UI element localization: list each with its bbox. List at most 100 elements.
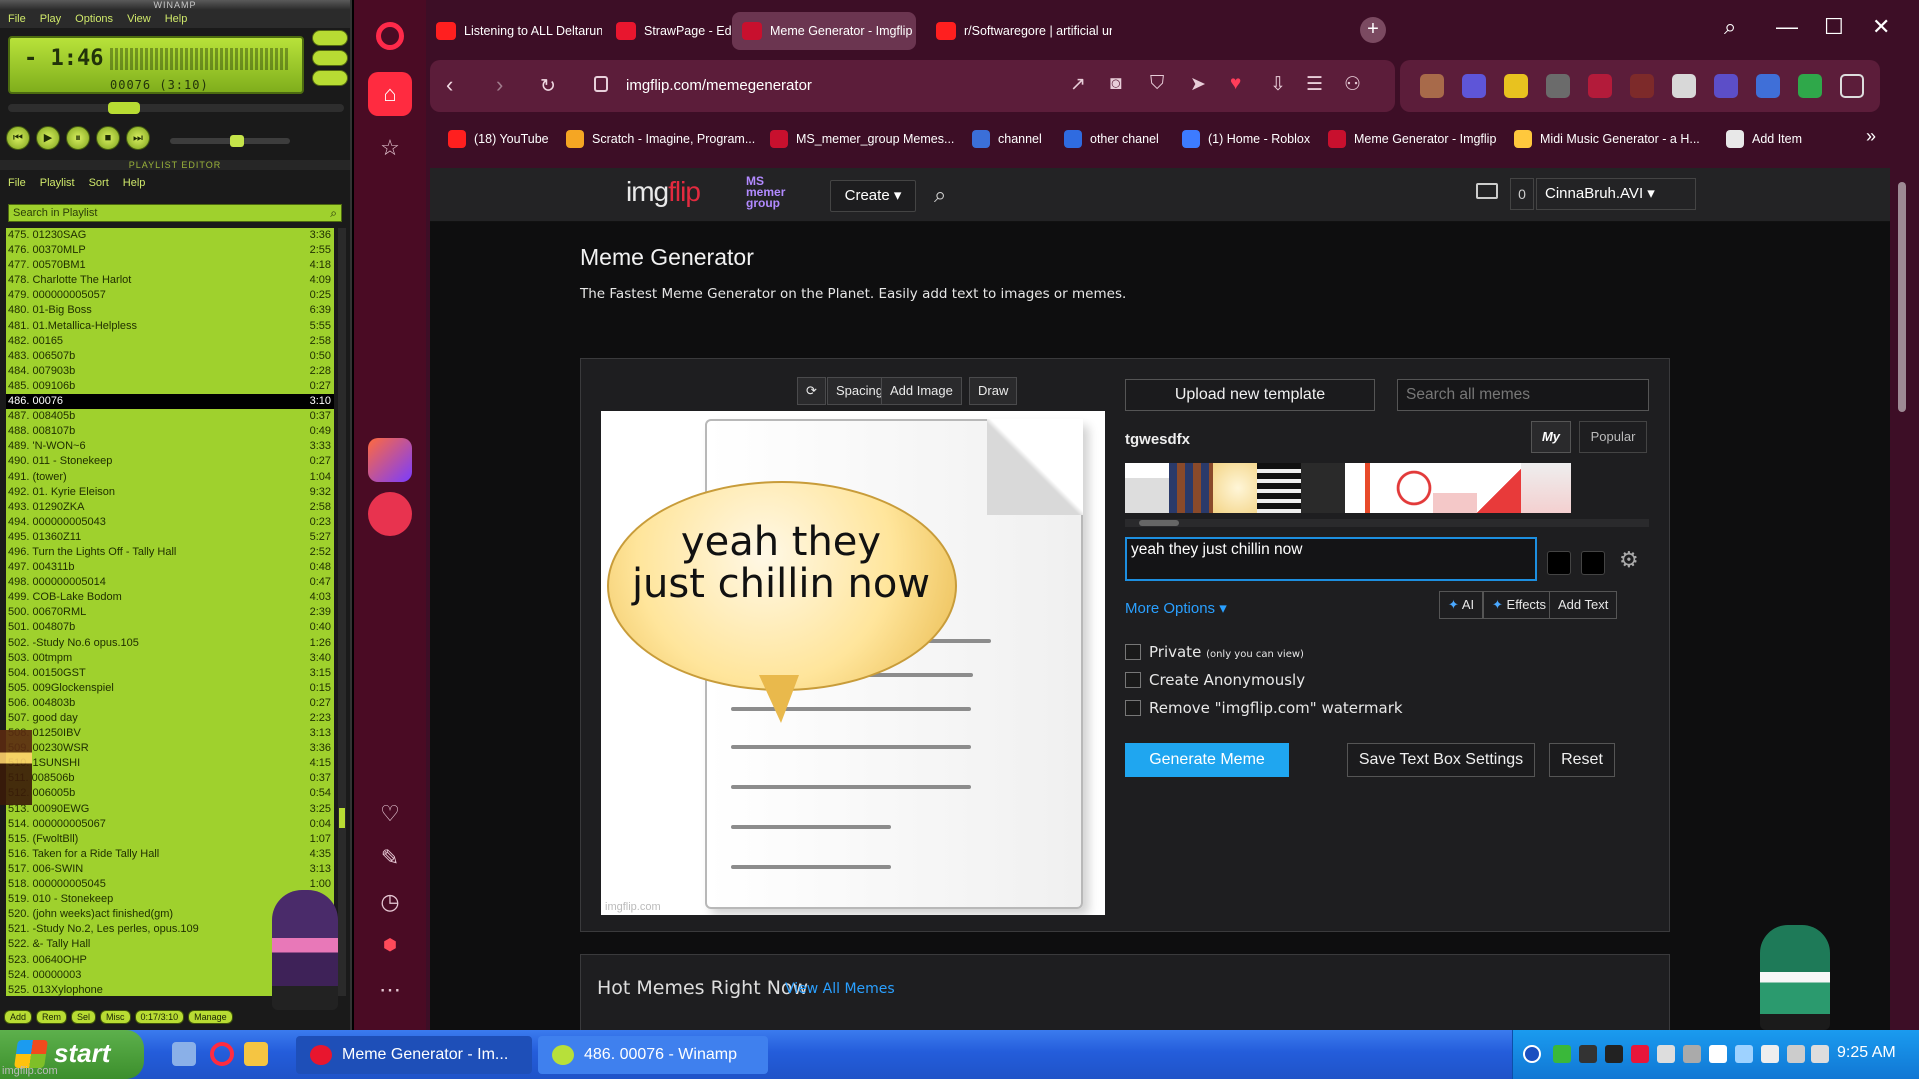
template-thumbnail[interactable] [1433, 463, 1483, 513]
bookmark[interactable]: (1) Home - Roblox [1182, 130, 1310, 148]
watermark-checkbox[interactable] [1125, 700, 1141, 716]
add-image-button[interactable]: Add Image [881, 377, 962, 405]
next-icon[interactable]: ⏭ [126, 126, 150, 150]
create-menu-button[interactable]: Create ▾ [830, 180, 916, 212]
template-thumbnail[interactable] [1301, 463, 1351, 513]
template-thumbnail[interactable] [1389, 463, 1439, 513]
playlist-row[interactable]: 510. 1SUNSHI 4:15 [6, 756, 334, 771]
template-thumbnail[interactable] [1213, 463, 1263, 513]
winamp-menu-item[interactable]: File [8, 10, 26, 28]
tab-my[interactable]: My [1531, 421, 1571, 453]
private-checkbox[interactable] [1125, 644, 1141, 660]
share-icon[interactable]: ↗ [1070, 73, 1086, 96]
playlist-row[interactable]: 498. 000000005014 0:47 [6, 575, 334, 590]
template-thumbnail[interactable] [1345, 463, 1395, 513]
template-thumbnail[interactable] [1257, 463, 1307, 513]
template-thumbnail[interactable] [1169, 463, 1219, 513]
playlist-row[interactable]: 488. 008107b 0:49 [6, 424, 334, 439]
music-player-icon[interactable] [368, 492, 412, 536]
winamp-menu-item[interactable]: Help [165, 10, 188, 28]
bookmark[interactable]: Meme Generator - Imgflip [1328, 130, 1496, 148]
playlist-row[interactable]: 494. 000000005043 0:23 [6, 515, 334, 530]
playlist-row[interactable]: 484. 007903b 2:28 [6, 364, 334, 379]
seek-handle[interactable] [108, 102, 140, 114]
forward-icon[interactable]: › [496, 72, 503, 98]
template-thumbnail[interactable] [1521, 463, 1571, 513]
download-icon[interactable]: ⇩ [1270, 73, 1286, 96]
thumbnail-scrollbar[interactable] [1125, 519, 1649, 527]
extension-icon[interactable] [1462, 74, 1486, 98]
heart-icon[interactable]: ♥ [1230, 73, 1241, 95]
heart-icon[interactable]: ♡ [376, 800, 404, 828]
playlist-row[interactable]: 495. 01360Z11 5:27 [6, 530, 334, 545]
new-tab-button[interactable]: + [1360, 17, 1386, 43]
taskbar-button[interactable]: Meme Generator - Im... [296, 1036, 532, 1074]
playlist-row[interactable]: 517. 006-SWIN 3:13 [6, 862, 334, 877]
playlist-row[interactable]: 476. 00370MLP 2:55 [6, 243, 334, 258]
playlist-row[interactable]: 513. 00090EWG 3:25 [6, 802, 334, 817]
group-logo[interactable]: MS memer group [746, 175, 785, 209]
thumbnail-scroll-thumb[interactable] [1139, 520, 1179, 526]
browser-tab[interactable]: Listening to ALL Deltarune Chapter [426, 12, 602, 50]
steam-icon[interactable] [1761, 1045, 1779, 1063]
playlist-scrollbar[interactable] [338, 228, 346, 996]
playlist-row[interactable]: 518. 000000005045 1:00 [6, 877, 334, 892]
playlist-footer-button[interactable]: Manage [188, 1010, 233, 1024]
previous-icon[interactable]: ⏮ [6, 126, 30, 150]
bookmark[interactable]: (18) YouTube [448, 130, 549, 148]
search-memes-input[interactable]: Search all memes [1397, 379, 1649, 411]
draw-button[interactable]: Draw [969, 377, 1018, 405]
playlist-row[interactable]: 500. 00670RML 2:39 [6, 605, 334, 620]
playlist-row[interactable]: 511. 008506b 0:37 [6, 771, 334, 786]
stop-icon[interactable]: ■ [96, 126, 120, 150]
playlist-row[interactable]: 508. 01250IBV 3:13 [6, 726, 334, 741]
playlist-row[interactable]: 496. Turn the Lights Off - Tally Hall 2:5… [6, 545, 334, 560]
winamp-seek-bar[interactable] [8, 102, 344, 114]
playlist-row[interactable]: 491. (tower) 1:04 [6, 470, 334, 485]
playlist-footer-button[interactable]: Sel [71, 1010, 97, 1024]
playlist-row[interactable]: 497. 004311b 0:48 [6, 560, 334, 575]
template-thumbnail[interactable] [1477, 463, 1527, 513]
aria-icon[interactable] [368, 438, 412, 482]
volume-icon[interactable] [1811, 1045, 1829, 1063]
tray-icon[interactable] [1631, 1045, 1649, 1063]
winamp-menu-item[interactable]: Play [40, 10, 61, 28]
opera-icon[interactable] [210, 1042, 234, 1066]
shield-icon[interactable]: ⛉ [1150, 73, 1164, 95]
tray-icon[interactable] [1605, 1045, 1623, 1063]
more-options-link[interactable]: More Options ▾ [1125, 599, 1227, 617]
anonymous-option[interactable]: Create Anonymously [1125, 671, 1305, 689]
camera-icon[interactable]: ◙ [1110, 73, 1121, 95]
playlist-row[interactable]: 490. 011 - Stonekeep 0:27 [6, 454, 334, 469]
clock[interactable]: 9:25 AM [1837, 1044, 1896, 1062]
bookmark[interactable]: channel [972, 130, 1042, 148]
reload-icon[interactable]: ↻ [540, 75, 556, 98]
playlist-footer-button[interactable]: 0:17/3:10 [134, 1010, 185, 1024]
playlist-row[interactable]: 475. 01230SAG 3:36 [6, 228, 334, 243]
playlist-footer-button[interactable]: Add [4, 1010, 33, 1024]
winamp-volume-slider[interactable] [170, 135, 290, 147]
playlist-row[interactable]: 485. 009106b 0:27 [6, 379, 334, 394]
playlist-row[interactable]: 512. 006005b 0:54 [6, 786, 334, 801]
playlist-row[interactable]: 503. 00tmpm 3:40 [6, 651, 334, 666]
maximize-icon[interactable]: ☐ [1824, 14, 1844, 40]
winamp-menu-item[interactable]: View [127, 10, 151, 28]
playlist-row[interactable]: 489. 'N-WON~6 3:33 [6, 439, 334, 454]
playlist-scroll-thumb[interactable] [339, 808, 345, 828]
extension-icon[interactable] [1756, 74, 1780, 98]
edit-icon[interactable]: ✎ [376, 844, 404, 872]
playlist-row[interactable]: 478. Charlotte The Harlot 4:09 [6, 273, 334, 288]
playlist-row[interactable]: 480. 01-Big Boss 6:39 [6, 303, 334, 318]
playlist-menu-item[interactable]: File [8, 174, 26, 192]
watermark-option[interactable]: Remove "imgflip.com" watermark [1125, 699, 1403, 717]
user-menu[interactable]: CinnaBruh.AVI ▾ [1536, 178, 1696, 210]
playlist-row[interactable]: 499. COB-Lake Bodom 4:03 [6, 590, 334, 605]
extensions-icon[interactable] [1840, 74, 1864, 98]
playlist-row[interactable]: 477. 00570BM1 4:18 [6, 258, 334, 273]
search-icon[interactable]: ⌕ [934, 182, 946, 208]
quicklaunch-icon[interactable] [172, 1042, 196, 1066]
browser-tab[interactable]: Meme Generator - Imgflip [732, 12, 916, 50]
history-icon[interactable]: ◷ [376, 888, 404, 916]
mail-icon[interactable] [1476, 183, 1498, 199]
folder-icon[interactable] [244, 1042, 268, 1066]
